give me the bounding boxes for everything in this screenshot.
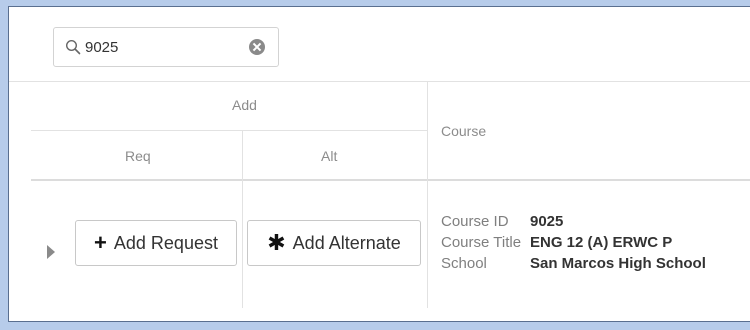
alt-column-header: Alt xyxy=(321,148,338,164)
plus-icon: + xyxy=(94,230,107,255)
course-column-header: Course xyxy=(441,123,487,139)
add-request-button[interactable]: + Add Request xyxy=(75,220,237,266)
course-request-panel: Add Req Alt Course + Add Request ✱ Add A… xyxy=(8,6,750,322)
course-title-value: ENG 12 (A) ERWC P xyxy=(530,234,673,251)
asterisk-icon: ✱ xyxy=(267,230,286,255)
req-alt-divider xyxy=(242,130,243,308)
search-icon xyxy=(65,39,81,55)
course-id-label: Course ID xyxy=(441,213,509,230)
add-request-label: Add Request xyxy=(113,232,218,253)
search-box xyxy=(53,27,279,67)
school-label: School xyxy=(441,255,487,272)
add-alternate-button[interactable]: ✱ Add Alternate xyxy=(247,220,421,266)
course-id-value: 9025 xyxy=(530,213,564,230)
add-column-header: Add xyxy=(232,97,257,113)
header-bottom-divider xyxy=(31,179,750,181)
course-details: Course ID 9025 Course Title ENG 12 (A) ERW… xyxy=(441,211,706,274)
add-group-divider xyxy=(31,130,427,131)
header-top-divider xyxy=(9,81,750,82)
clear-search-icon[interactable] xyxy=(249,39,265,55)
expand-row-icon[interactable] xyxy=(47,245,55,259)
add-course-divider xyxy=(427,81,428,308)
req-column-header: Req xyxy=(125,148,151,164)
search-input[interactable] xyxy=(85,36,235,58)
add-alternate-label: Add Alternate xyxy=(292,232,401,253)
school-value: San Marcos High School xyxy=(530,255,706,272)
course-title-label: Course Title xyxy=(441,234,522,251)
